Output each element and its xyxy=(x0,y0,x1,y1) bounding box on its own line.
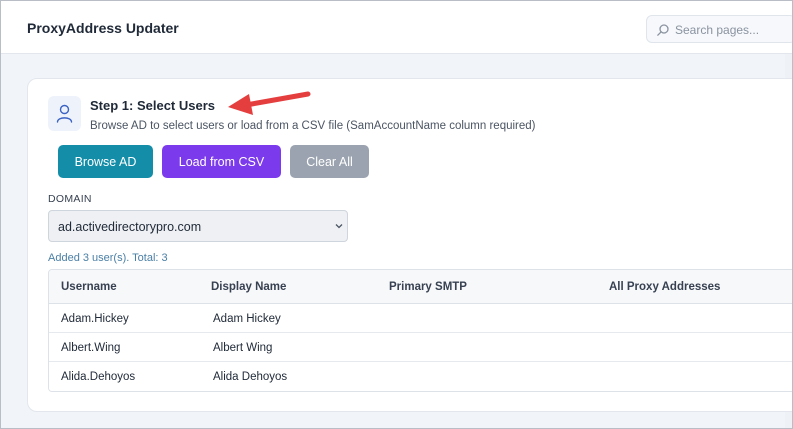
column-header-primary-smtp[interactable]: Primary SMTP xyxy=(389,281,467,293)
load-csv-button[interactable]: Load from CSV xyxy=(162,145,281,178)
annotation-arrow-icon xyxy=(228,91,311,115)
cell-username: Adam.Hickey xyxy=(61,313,129,325)
column-header-display-name[interactable]: Display Name xyxy=(211,281,286,293)
cell-display-name: Albert Wing xyxy=(213,342,273,354)
column-header-username[interactable]: Username xyxy=(61,281,117,293)
search-box[interactable] xyxy=(646,15,792,43)
search-icon xyxy=(657,24,669,36)
step-title: Step 1: Select Users xyxy=(90,98,216,113)
clear-all-button[interactable]: Clear All xyxy=(290,145,369,178)
cell-display-name: Adam Hickey xyxy=(213,313,281,325)
domain-select[interactable]: ad.activedirectorypro.com xyxy=(48,210,348,242)
domain-select-value: ad.activedirectorypro.com xyxy=(58,220,202,234)
user-icon xyxy=(56,104,73,123)
cell-username: Alida.Dehoyos xyxy=(61,371,136,383)
chevron-down-icon xyxy=(335,224,343,229)
status-message: Added 3 user(s). Total: 3 xyxy=(48,252,168,264)
cell-username: Albert.Wing xyxy=(61,342,121,354)
cell-display-name: Alida Dehoyos xyxy=(213,371,288,383)
step-description: Browse AD to select users or load from a… xyxy=(90,120,536,132)
domain-label: DOMAIN xyxy=(48,193,92,205)
step-card: Step 1: Select Users Browse AD to select… xyxy=(27,78,792,412)
table-row[interactable]: Adam.Hickey Adam Hickey xyxy=(49,304,792,333)
app-window: ProxyAddress Updater Step 1: Select User… xyxy=(0,0,793,429)
table-row[interactable]: Albert.Wing Albert Wing xyxy=(49,333,792,362)
search-input[interactable] xyxy=(675,20,792,40)
table-header: Username Display Name Primary SMTP All P… xyxy=(49,270,792,304)
step-icon-box xyxy=(48,96,81,131)
users-table: Username Display Name Primary SMTP All P… xyxy=(48,269,792,392)
top-bar: ProxyAddress Updater xyxy=(1,1,792,54)
table-row[interactable]: Alida.Dehoyos Alida Dehoyos xyxy=(49,362,792,391)
app-title: ProxyAddress Updater xyxy=(27,20,179,36)
column-header-all-proxy-addresses[interactable]: All Proxy Addresses xyxy=(609,281,720,293)
browse-ad-button[interactable]: Browse AD xyxy=(58,145,153,178)
